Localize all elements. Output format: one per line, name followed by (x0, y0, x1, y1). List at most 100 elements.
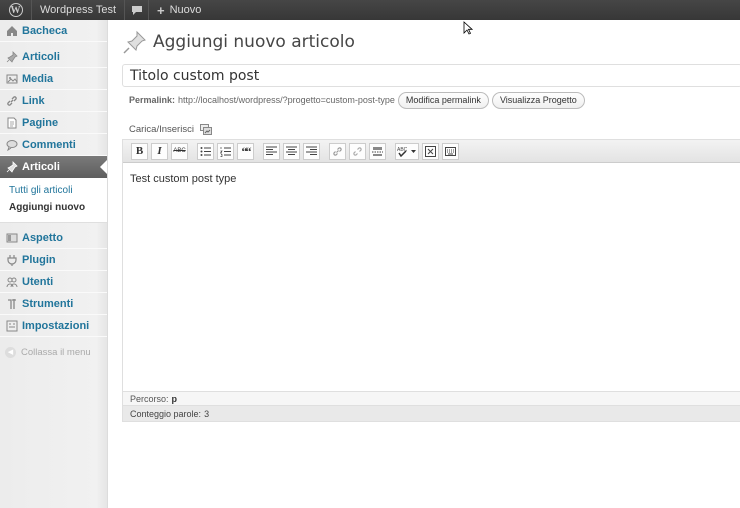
sidebar-item-articoli-top[interactable]: Articoli (0, 46, 107, 68)
site-name-link[interactable]: Wordpress Test (32, 0, 126, 20)
media-icon (5, 72, 18, 85)
main-content: Aggiungi nuovo articolo Titolo custom po… (122, 20, 740, 422)
plugin-icon (5, 253, 18, 266)
sidebar-item-label: Articoli (22, 50, 60, 63)
numbered-list-icon (220, 146, 231, 157)
sidebar-item-label: Plugin (22, 253, 56, 266)
italic-glyph: I (157, 145, 162, 157)
collapse-menu-button[interactable]: ◀ Collassa il menu (0, 341, 107, 363)
submenu-item-aggiungi-nuovo[interactable]: Aggiungi nuovo (0, 199, 107, 216)
sidebar-item-utenti[interactable]: Utenti (0, 271, 107, 293)
sidebar-item-aspetto[interactable]: Aspetto (0, 227, 107, 249)
editor-content-area[interactable]: Test custom post type (123, 163, 740, 391)
users-icon (5, 275, 18, 288)
sidebar-item-strumenti[interactable]: Strumenti (0, 293, 107, 315)
view-project-button[interactable]: Visualizza Progetto (491, 91, 585, 109)
collapse-arrow-icon: ◀ (5, 346, 16, 358)
sidebar-item-bacheca[interactable]: Bacheca (0, 20, 107, 42)
sidebar-item-label: Commenti (22, 138, 76, 151)
align-left-button[interactable] (263, 142, 280, 160)
sidebar-item-label: Bacheca (22, 24, 68, 37)
pin-icon (123, 30, 146, 54)
sidebar-item-label: Utenti (22, 275, 54, 288)
path-value[interactable]: p (172, 394, 178, 404)
sidebar-item-plugin[interactable]: Plugin (0, 249, 107, 271)
upload-insert-row: Carica/Inserisci (122, 122, 740, 136)
sidebar-item-media[interactable]: Media (0, 68, 107, 90)
editor-toolbar: B I ABC ““ ABC (123, 140, 740, 163)
permalink-row: Permalink: http://localhost/wordpress/?p… (122, 91, 740, 109)
strikethrough-glyph: ABC (173, 148, 186, 154)
align-center-button[interactable] (283, 142, 300, 160)
blockquote-button[interactable]: ““ (237, 142, 254, 160)
sidebar-item-label: Media (22, 72, 54, 85)
edit-permalink-button[interactable]: Modifica permalink (397, 91, 489, 109)
sidebar-item-label: Link (22, 94, 45, 107)
new-content-label: Nuovo (169, 4, 202, 16)
sidebar-item-articoli-active[interactable]: Articoli (0, 156, 107, 178)
insert-more-button[interactable] (369, 142, 386, 160)
articoli-submenu: Tutti gli articoli Aggiungi nuovo (0, 178, 107, 223)
align-center-icon (286, 146, 297, 155)
permalink-url: http://localhost/wordpress/?progetto=cus… (178, 95, 395, 105)
pin-icon (5, 161, 18, 174)
post-editor: B I ABC ““ ABC Test custom post type Per… (122, 139, 740, 422)
sidebar-item-pagine[interactable]: Pagine (0, 112, 107, 134)
path-label: Percorso: (130, 393, 169, 404)
sidebar-item-label: Aspetto (22, 231, 63, 244)
sidebar-item-label: Pagine (22, 116, 59, 129)
sidebar-item-impostazioni[interactable]: Impostazioni (0, 315, 107, 337)
fullscreen-button[interactable] (422, 142, 439, 160)
editor-path-bar: Percorso: p (123, 391, 740, 405)
page-title: Aggiungi nuovo articolo (153, 32, 355, 52)
align-right-icon (306, 146, 317, 155)
media-upload-icon[interactable] (199, 123, 212, 135)
post-title-input[interactable]: Titolo custom post (122, 64, 740, 87)
collapse-menu-label: Collassa il menu (21, 346, 91, 358)
spellcheck-button[interactable]: ABC (395, 142, 419, 160)
comments-icon[interactable] (125, 0, 150, 20)
spellcheck-glyph: ABC (397, 147, 408, 153)
blockquote-glyph: ““ (241, 143, 252, 158)
admin-sidebar: Bacheca Articoli Media Link Pagine Comme… (0, 20, 108, 508)
bold-button[interactable]: B (131, 142, 148, 160)
unlink-icon (353, 146, 362, 156)
link-icon (5, 94, 18, 107)
kitchen-sink-button[interactable] (442, 142, 459, 160)
sidebar-item-commenti[interactable]: Commenti (0, 134, 107, 156)
plus-icon: + (157, 2, 165, 18)
submenu-item-tutti-gli-articoli[interactable]: Tutti gli articoli (0, 182, 107, 199)
sidebar-item-link[interactable]: Link (0, 90, 107, 112)
bullet-list-button[interactable] (197, 142, 214, 160)
align-right-button[interactable] (303, 142, 320, 160)
insert-link-button[interactable] (329, 142, 346, 160)
wordpress-logo-icon[interactable]: W (0, 0, 32, 20)
sidebar-item-label: Strumenti (22, 297, 74, 310)
upload-insert-label: Carica/Inserisci (129, 123, 194, 135)
bold-glyph: B (135, 145, 144, 157)
comment-icon (5, 138, 18, 151)
permalink-label: Permalink: (129, 95, 176, 105)
settings-icon (5, 319, 18, 332)
word-count-label: Conteggio parole: (130, 408, 202, 419)
tools-icon (5, 297, 18, 310)
sidebar-item-label: Articoli (22, 161, 60, 173)
numbered-list-button[interactable] (217, 142, 234, 160)
admin-bar: W Wordpress Test + Nuovo (0, 0, 740, 20)
page-icon (5, 116, 18, 129)
mouse-cursor-icon (463, 21, 473, 35)
unlink-button[interactable] (349, 142, 366, 160)
align-left-icon (266, 146, 277, 155)
link-icon (333, 146, 342, 156)
italic-button[interactable]: I (151, 142, 168, 160)
more-tag-icon (372, 146, 383, 156)
strikethrough-button[interactable]: ABC (171, 142, 188, 160)
dashboard-icon (5, 24, 18, 37)
word-count-value: 3 (204, 408, 210, 419)
pin-icon (5, 50, 18, 63)
fullscreen-icon (425, 145, 436, 157)
appearance-icon (5, 231, 18, 244)
sidebar-item-label: Impostazioni (22, 319, 90, 332)
new-content-menu[interactable]: + Nuovo (149, 0, 209, 20)
spellcheck-icon: ABC (397, 147, 416, 157)
